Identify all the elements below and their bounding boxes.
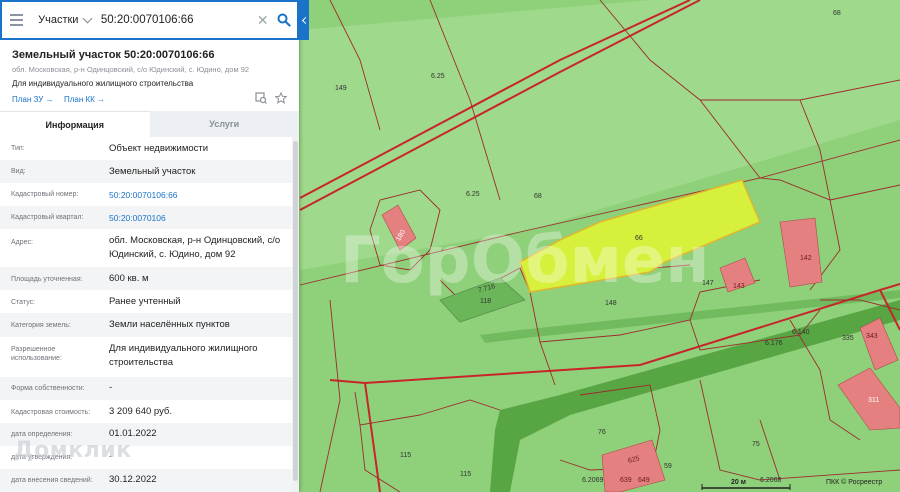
info-key: Кадастровый номер:	[11, 191, 79, 198]
map-label: 142	[800, 255, 812, 262]
scale-label: 20 м	[731, 479, 746, 486]
info-value: 30.12.2022	[109, 474, 157, 485]
map-attribution: ПКК © Росреестр	[826, 478, 882, 486]
info-row: Адрес: обл. Московская, р-н Одинцовский,…	[0, 229, 292, 267]
info-key: Разрешенное использование:	[11, 346, 62, 362]
search-input[interactable]	[94, 5, 255, 35]
map-label: 649	[638, 477, 650, 484]
info-row: дата внесения сведений: 30.12.2022	[0, 469, 292, 492]
info-value: Земли населённых пунктов	[109, 319, 230, 330]
search-button[interactable]	[271, 5, 297, 35]
object-address: обл. Московская, р-н Одинцовский, с/о Юд…	[12, 65, 250, 74]
info-value: Объект недвижимости	[109, 143, 209, 154]
info-value: 01.01.2022	[109, 428, 157, 439]
map-label: 6.25	[431, 73, 445, 80]
map-label: 118	[480, 298, 491, 305]
info-value: Для индивидуального жилищного строительс…	[109, 343, 258, 368]
info-key: Кадастровый квартал:	[11, 214, 84, 221]
map-label: 6.176	[765, 340, 783, 347]
info-key: Форма собственности:	[11, 385, 85, 392]
star-icon[interactable]	[275, 92, 287, 104]
info-key: Тип:	[11, 145, 25, 152]
map-label: 343	[866, 333, 878, 340]
info-row: Вид: Земельный участок	[0, 160, 292, 183]
info-row: Статус: Ранее учтенный	[0, 290, 292, 313]
object-title: Земельный участок 50:20:0070106:66	[12, 49, 215, 61]
info-row: Форма собственности: -	[0, 377, 292, 400]
info-key: Статус:	[11, 299, 36, 306]
info-value: обл. Московская, р-н Одинцовский, с/о Юд…	[109, 235, 281, 260]
search-icon	[277, 13, 291, 27]
info-row: Кадастровая стоимость: 3 209 640 руб.	[0, 400, 292, 423]
plan-kk-link[interactable]: План КК →	[64, 95, 105, 104]
info-value: Ранее учтенный	[109, 296, 181, 307]
map-label: 6.2069	[582, 477, 604, 484]
plan-zu-link[interactable]: План ЗУ →	[12, 95, 54, 104]
map-label: 66	[635, 235, 643, 242]
info-key: Категория земель:	[11, 322, 71, 329]
panel-scrollbar[interactable]	[292, 137, 299, 492]
map-label: 639	[620, 477, 632, 484]
category-select-value: Участки	[38, 14, 79, 26]
info-key: Кадастровая стоимость:	[11, 409, 91, 416]
info-key: Площадь уточненная:	[11, 276, 83, 283]
map-label: 311	[868, 397, 879, 404]
tab-information[interactable]: Информация	[0, 111, 150, 137]
map-label: 335	[842, 335, 854, 342]
map-watermark: ГорОбмен	[340, 224, 710, 298]
map-label: 115	[460, 471, 471, 478]
info-row: Тип: Объект недвижимости	[0, 137, 292, 160]
map-label: 68	[833, 10, 841, 17]
info-panel: Участки ✕ Земельный участок 50:20:007010…	[0, 0, 299, 492]
map-label: 115	[400, 452, 411, 459]
tab-bar: Информация Услуги	[0, 111, 299, 137]
cadastral-quarter-link[interactable]: 50:20:0070106	[109, 211, 289, 225]
panel-watermark: Домклик	[14, 438, 132, 463]
info-value: 3 209 640 руб.	[109, 406, 173, 417]
close-icon[interactable]: ✕	[255, 5, 271, 35]
chevron-down-icon	[82, 13, 93, 23]
collapse-panel-button[interactable]	[299, 0, 309, 40]
map-label: 6.2068	[760, 477, 782, 484]
info-row: Категория земель: Земли населённых пункт…	[0, 313, 292, 337]
map-label: 148	[605, 300, 617, 307]
map-label: 149	[335, 85, 347, 92]
tab-services[interactable]: Услуги	[149, 111, 299, 137]
info-key: Вид:	[11, 168, 26, 175]
category-select[interactable]: Участки	[30, 2, 95, 38]
map-label: 6.25	[466, 191, 480, 198]
search-bar: Участки ✕	[0, 0, 299, 40]
info-row: Площадь уточненная: 600 кв. м	[0, 267, 292, 290]
map-label: 147	[702, 280, 714, 287]
info-value: -	[109, 382, 113, 393]
chevron-left-icon	[301, 16, 309, 24]
map-label: 143	[733, 283, 745, 290]
map-label: 59	[664, 463, 672, 470]
info-row: Кадастровый квартал: 50:20:0070106	[0, 206, 292, 229]
info-value: -	[109, 451, 113, 462]
object-use: Для индивидуального жилищного строительс…	[12, 79, 194, 88]
map-label: 75	[752, 441, 760, 448]
info-key: дата внесения сведений:	[11, 477, 93, 484]
scrollbar-thumb[interactable]	[293, 141, 298, 481]
info-row: Разрешенное использование: Для индивидуа…	[0, 337, 292, 377]
info-key: Адрес:	[11, 239, 33, 246]
info-value: Земельный участок	[109, 166, 196, 177]
cadastral-number-link[interactable]: 50:20:0070106:66	[109, 188, 289, 202]
map-zoom-icon[interactable]	[255, 92, 267, 104]
map-label: 76	[598, 429, 606, 436]
map-label: 6.140	[792, 329, 810, 336]
menu-icon[interactable]	[2, 2, 30, 38]
info-value: 600 кв. м	[109, 273, 149, 284]
info-row: Кадастровый номер: 50:20:0070106:66	[0, 183, 292, 206]
map-label: 68	[534, 193, 542, 200]
